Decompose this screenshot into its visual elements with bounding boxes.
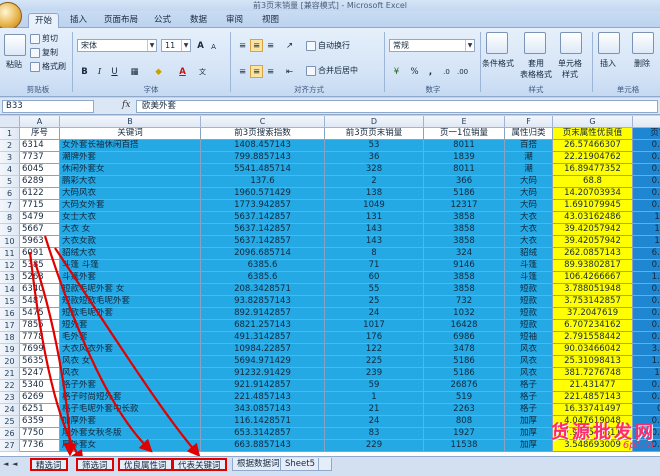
arrow-to-jingxuan [33,261,77,457]
sheet-tab-youliang[interactable]: 优良属性词 [118,458,173,471]
sheet-tab-jingxuan[interactable]: 精选词 [30,458,68,471]
sheet-tab-daibiao[interactable]: 代表关键词 [172,458,227,471]
sheet-tab-shaixuan[interactable]: 筛选词 [76,458,114,471]
sheet-tab-bar: ◄ ◄ 精选词 筛选词 优良属性词 代表关键词 根据数据词 Sheet5 [0,456,660,476]
annotation-arrows [28,235,201,464]
sheet-tab-sheet5[interactable]: Sheet5 [280,458,320,471]
prev-sheet-icon[interactable]: ◄ [12,460,17,468]
arrow-to-shaixuan [28,251,84,464]
new-sheet-icon[interactable] [318,458,332,471]
first-sheet-icon[interactable]: ◄ [3,460,8,468]
sheet-tab-genju[interactable]: 根据数据词 [232,458,285,471]
